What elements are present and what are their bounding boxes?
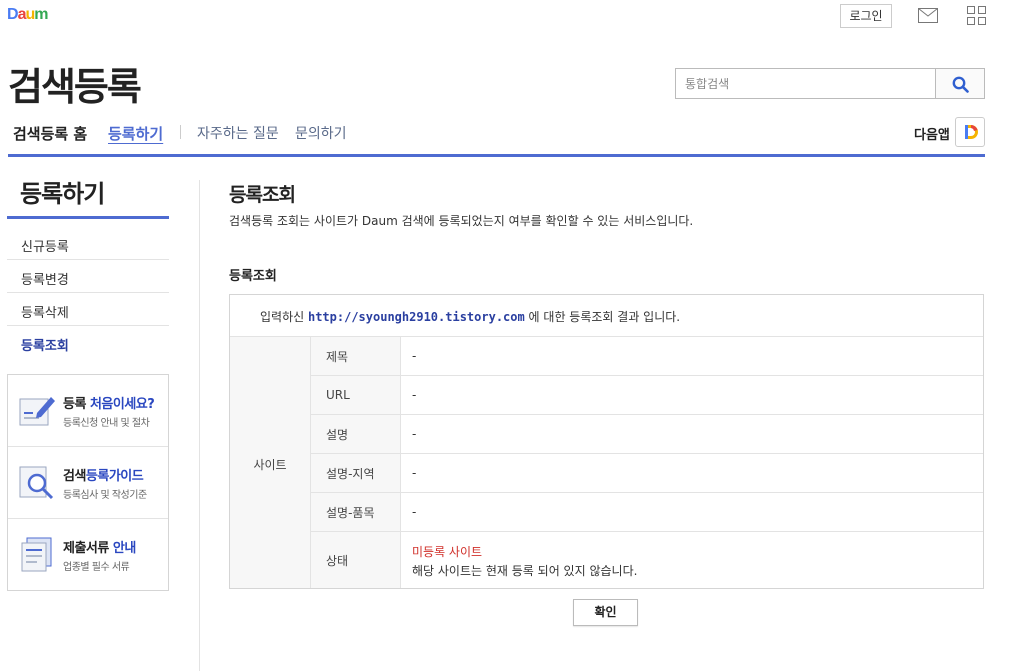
table-row: 설명 - xyxy=(311,415,983,454)
logo-letter-u: u xyxy=(25,6,35,23)
sidebar-item-new[interactable]: 신규등록 xyxy=(7,227,169,260)
row-label: 제목 xyxy=(311,337,401,375)
table-row-status: 상태 미등록 사이트 해당 사이트는 현재 등록 되어 있지 않습니다. xyxy=(311,532,983,588)
sidebar-item-delete[interactable]: 등록삭제 xyxy=(7,293,169,326)
guide-box-register-guide[interactable]: 검색등록가이드 등록심사 및 작성기준 xyxy=(8,447,168,519)
mail-icon[interactable] xyxy=(918,8,938,23)
sidebar-guide-boxes: 등록 처음이세요? 등록신청 안내 및 절차 검색등록가이드 등록심사 및 작성… xyxy=(7,374,169,591)
lookup-result-table: 입력하신 http://syoungh2910.tistory.com 에 대한… xyxy=(229,294,984,589)
row-label: 설명-품목 xyxy=(311,493,401,531)
global-nav: 검색등록 홈 등록하기 자주하는 질문 문의하기 다음앱 xyxy=(8,117,985,157)
pencil-icon xyxy=(19,397,55,426)
logo-letter-m: m xyxy=(34,6,48,23)
row-value: - xyxy=(412,427,417,441)
nav-inquiry[interactable]: 문의하기 xyxy=(295,123,347,143)
table-row: URL - xyxy=(311,376,983,415)
sidebar-item-lookup[interactable]: 등록조회 xyxy=(7,326,169,359)
logo-letter-d: D xyxy=(7,6,19,23)
guide-box-sub: 등록신청 안내 및 절차 xyxy=(63,418,150,429)
guide-box-sub: 업종별 필수 서류 xyxy=(63,562,130,573)
result-intro: 입력하신 http://syoungh2910.tistory.com 에 대한… xyxy=(230,295,983,337)
documents-icon xyxy=(21,537,52,572)
result-rows: 제목 - URL - 설명 - 설명-지역 - 설명-품목 - 상태 미등록 사… xyxy=(311,337,983,588)
sidebar-item-change[interactable]: 등록변경 xyxy=(7,260,169,293)
row-label: 설명 xyxy=(311,415,401,453)
content-title: 등록조회 xyxy=(229,184,296,206)
intro-prefix: 입력하신 xyxy=(260,310,308,324)
site-label-cell: 사이트 xyxy=(230,337,311,588)
search-icon xyxy=(952,76,969,93)
row-value: - xyxy=(412,388,417,402)
row-label: URL xyxy=(311,376,401,414)
sidebar-title: 등록하기 xyxy=(7,170,169,219)
daum-app-icon xyxy=(965,125,978,139)
status-message: 해당 사이트는 현재 등록 되어 있지 않습니다. xyxy=(412,564,638,578)
row-label: 설명-지역 xyxy=(311,454,401,492)
guide-box-first-time[interactable]: 등록 처음이세요? 등록신청 안내 및 절차 xyxy=(8,375,168,447)
guide-box-title: 등록 처음이세요? xyxy=(63,397,155,412)
daum-app-label[interactable]: 다음앱 xyxy=(914,124,950,143)
table-row: 설명-지역 - xyxy=(311,454,983,493)
status-value: 미등록 사이트 해당 사이트는 현재 등록 되어 있지 않습니다. xyxy=(412,543,637,579)
queried-url: http://syoungh2910.tistory.com xyxy=(307,310,525,324)
content-description: 검색등록 조회는 사이트가 Daum 검색에 등록되었는지 여부를 확인할 수 … xyxy=(229,214,694,228)
table-row: 제목 - xyxy=(311,337,983,376)
row-label: 상태 xyxy=(311,532,401,588)
search-button[interactable] xyxy=(935,69,984,98)
row-value: - xyxy=(412,505,417,519)
row-value: - xyxy=(412,349,417,363)
nav-faq[interactable]: 자주하는 질문 xyxy=(197,123,279,143)
guide-box-title: 제출서류 안내 xyxy=(63,541,136,556)
nav-register[interactable]: 등록하기 xyxy=(108,123,163,144)
guide-box-sub: 등록심사 및 작성기준 xyxy=(63,490,147,501)
daum-app-button[interactable] xyxy=(955,117,985,147)
daum-logo[interactable]: Daum xyxy=(7,6,49,24)
search-box xyxy=(675,68,985,99)
search-input[interactable] xyxy=(676,69,936,98)
status-badge: 미등록 사이트 xyxy=(412,545,483,559)
magnifier-guide-icon xyxy=(19,466,54,500)
row-value: - xyxy=(412,466,417,480)
table-row: 설명-품목 - xyxy=(311,493,983,532)
confirm-button[interactable]: 확인 xyxy=(573,599,638,626)
content-subtitle: 등록조회 xyxy=(229,269,277,284)
sidebar-menu: 신규등록 등록변경 등록삭제 등록조회 xyxy=(7,227,169,359)
apps-grid-icon[interactable] xyxy=(967,6,986,25)
column-divider xyxy=(199,180,200,671)
login-button[interactable]: 로그인 xyxy=(840,4,892,28)
nav-home[interactable]: 검색등록 홈 xyxy=(13,123,87,144)
site-title[interactable]: 검색등록 xyxy=(8,56,142,111)
nav-separator xyxy=(180,125,181,139)
guide-box-documents[interactable]: 제출서류 안내 업종별 필수 서류 xyxy=(8,519,168,591)
guide-box-title: 검색등록가이드 xyxy=(63,469,144,484)
intro-suffix: 에 대한 등록조회 결과 입니다. xyxy=(524,310,681,324)
